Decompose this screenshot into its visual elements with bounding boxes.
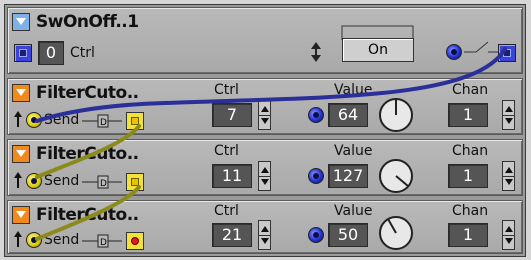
chevron-down-icon bbox=[16, 211, 26, 218]
filter-cutoff-module-1: FilterCuto.. Send D Ctrl 7 Value 64 Chan… bbox=[7, 78, 523, 135]
value-display[interactable]: 127 bbox=[328, 164, 368, 188]
chevron-down-icon bbox=[16, 150, 26, 157]
ctrl-label: Ctrl bbox=[70, 45, 95, 61]
switch-module: SwOnOff..1 0 Ctrl On bbox=[7, 7, 523, 74]
chan-spinner[interactable] bbox=[502, 220, 515, 250]
filter-cutoff-module-2: FilterCuto.. Send D Ctrl 11 Value 127 Ch… bbox=[7, 139, 523, 196]
ctrl-label: Ctrl bbox=[214, 203, 239, 219]
collapse-toggle-button[interactable] bbox=[12, 84, 30, 102]
svg-text:D: D bbox=[100, 179, 107, 189]
value-label: Value bbox=[334, 82, 373, 98]
value-display[interactable]: 0 bbox=[38, 41, 64, 65]
ctrl-label: Ctrl bbox=[214, 143, 239, 159]
chan-spinner[interactable] bbox=[502, 100, 515, 130]
ctrl-number-display[interactable]: 7 bbox=[212, 103, 252, 127]
module-title: FilterCuto.. bbox=[36, 205, 139, 225]
value-knob[interactable] bbox=[376, 93, 416, 133]
chan-spinner[interactable] bbox=[502, 161, 515, 191]
chan-number-display[interactable]: 1 bbox=[448, 223, 488, 247]
value-enable-radio[interactable] bbox=[308, 168, 324, 184]
send-input-port[interactable] bbox=[26, 173, 42, 189]
collapse-toggle-button[interactable] bbox=[12, 145, 30, 163]
chevron-down-icon bbox=[16, 89, 26, 96]
value-display[interactable]: 50 bbox=[328, 223, 368, 247]
chan-number-display[interactable]: 1 bbox=[448, 103, 488, 127]
send-label: Send bbox=[44, 112, 80, 128]
value-enable-radio[interactable] bbox=[308, 227, 324, 243]
ctrl-spinner[interactable] bbox=[258, 100, 271, 130]
chan-label: Chan bbox=[452, 203, 489, 219]
switch-lever-icon bbox=[464, 41, 500, 53]
send-input-port[interactable] bbox=[26, 112, 42, 128]
ctrl-spinner[interactable] bbox=[258, 161, 271, 191]
value-label: Value bbox=[334, 143, 373, 159]
chan-number-display[interactable]: 1 bbox=[448, 164, 488, 188]
send-label: Send bbox=[44, 173, 80, 189]
module-title: FilterCuto.. bbox=[36, 144, 139, 164]
ctrl-label: Ctrl bbox=[214, 82, 239, 98]
collapse-toggle-button[interactable] bbox=[12, 13, 30, 31]
send-output-port[interactable] bbox=[126, 173, 144, 191]
chan-label: Chan bbox=[452, 143, 489, 159]
ctrl-spinner[interactable] bbox=[258, 220, 271, 250]
chan-label: Chan bbox=[452, 82, 489, 98]
value-knob[interactable] bbox=[376, 154, 416, 194]
switch-output-port[interactable] bbox=[498, 44, 516, 62]
send-output-port[interactable] bbox=[126, 232, 144, 250]
ctrl-number-display[interactable]: 11 bbox=[212, 164, 252, 188]
switch-input-radio[interactable] bbox=[446, 44, 462, 60]
chevron-down-icon bbox=[16, 18, 26, 25]
arrow-up-icon bbox=[14, 172, 22, 188]
svg-text:D: D bbox=[100, 238, 107, 248]
send-output-port[interactable] bbox=[126, 112, 144, 130]
updown-arrow-icon bbox=[311, 42, 321, 62]
on-off-switch[interactable]: On bbox=[342, 38, 414, 62]
collapse-toggle-button[interactable] bbox=[12, 206, 30, 224]
module-title: FilterCuto.. bbox=[36, 83, 139, 103]
module-title: SwOnOff..1 bbox=[36, 12, 139, 32]
arrow-up-icon bbox=[14, 231, 22, 247]
value-display[interactable]: 64 bbox=[328, 103, 368, 127]
ctrl-number-display[interactable]: 21 bbox=[212, 223, 252, 247]
svg-text:D: D bbox=[100, 118, 107, 128]
midi-enable-button[interactable] bbox=[14, 44, 32, 62]
arrow-up-icon bbox=[14, 111, 22, 127]
module-rack: SwOnOff..1 0 Ctrl On FilterCuto.. Send D… bbox=[4, 4, 526, 257]
filter-cutoff-module-3: FilterCuto.. Send D Ctrl 21 Value 50 Cha… bbox=[7, 200, 523, 254]
value-label: Value bbox=[334, 203, 373, 219]
value-enable-radio[interactable] bbox=[308, 107, 324, 123]
send-label: Send bbox=[44, 232, 80, 248]
value-knob[interactable] bbox=[376, 211, 416, 251]
send-input-port[interactable] bbox=[26, 232, 42, 248]
